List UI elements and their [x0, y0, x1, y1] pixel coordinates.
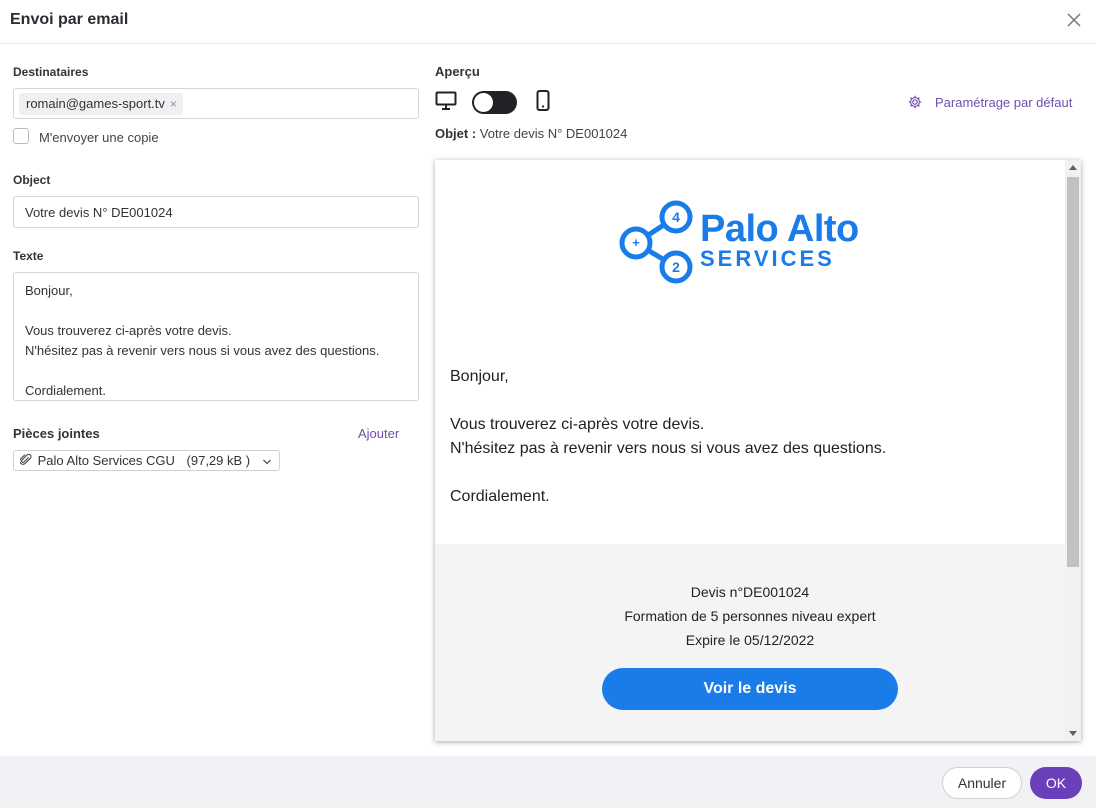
quote-description: Formation de 5 personnes niveau expert	[624, 608, 876, 624]
text-line: Vous trouverez ci-après votre devis.	[25, 323, 232, 338]
email-footer: Devis n°DE001024 Formation de 5 personne…	[435, 544, 1065, 741]
email-body-line: Vous trouverez ci-après votre devis.	[450, 416, 705, 433]
preview-object-line: Objet : Votre devis N° DE001024	[435, 126, 627, 141]
email-body-line: Cordialement.	[450, 488, 550, 505]
text-textarea[interactable]: Bonjour, Vous trouverez ci-après votre d…	[13, 272, 419, 401]
gear-icon[interactable]	[908, 95, 922, 114]
recipient-chip: romain@games-sport.tv ×	[19, 93, 183, 115]
quote-expiry: Expire le 05/12/2022	[685, 632, 815, 648]
close-icon[interactable]	[1064, 10, 1084, 30]
email-body-line: Bonjour,	[450, 368, 509, 385]
dialog-header: Envoi par email	[0, 0, 1096, 44]
recipients-label: Destinataires	[13, 65, 89, 79]
quote-number: Devis n°DE001024	[690, 584, 810, 600]
toggle-knob	[474, 93, 493, 112]
text-line: Cordialement.	[25, 383, 106, 398]
preview-scrollbar[interactable]	[1065, 160, 1081, 741]
preview-mode-toggle[interactable]	[472, 91, 517, 114]
desktop-icon[interactable]	[435, 91, 457, 116]
email-body: Bonjour, Vous trouverez ci-après votre d…	[450, 365, 886, 509]
object-label: Object	[13, 173, 51, 187]
email-preview[interactable]: + 4 2 Palo Alto SERVICES Bonjour, Vous t…	[435, 160, 1081, 741]
default-settings-link[interactable]: Paramétrage par défaut	[935, 95, 1072, 110]
text-label: Texte	[13, 249, 44, 263]
text-line: N'hésitez pas à revenir vers nous si vou…	[25, 343, 380, 358]
copy-checkbox[interactable]	[13, 128, 29, 144]
logo-number-bottom: 2	[672, 259, 680, 275]
text-line	[25, 301, 407, 321]
dialog-footer	[0, 756, 1096, 808]
logo-plus: +	[632, 235, 640, 250]
dialog-title: Envoi par email	[10, 11, 129, 28]
remove-chip-icon[interactable]: ×	[170, 97, 177, 111]
recipients-field[interactable]: romain@games-sport.tv ×	[13, 88, 419, 119]
attachments-label: Pièces jointes	[13, 426, 100, 441]
email-body-line	[450, 389, 886, 413]
preview-label: Aperçu	[435, 64, 480, 79]
ok-button[interactable]: OK	[1030, 767, 1082, 799]
attachment-dropdown[interactable]: Palo Alto Services CGU (97,29 kB )	[13, 450, 280, 471]
preview-object-value: Votre devis N° DE001024	[479, 126, 628, 141]
recipient-chip-label: romain@games-sport.tv	[26, 96, 165, 111]
object-input-value: Votre devis N° DE001024	[25, 205, 173, 220]
email-body-line: N'hésitez pas à revenir vers nous si vou…	[450, 440, 887, 457]
add-attachment-link[interactable]: Ajouter	[358, 426, 399, 441]
email-dialog: Envoi par email Destinataires romain@gam…	[0, 0, 1096, 808]
email-body-line	[450, 461, 886, 485]
logo-line2: SERVICES	[700, 246, 835, 271]
view-quote-button[interactable]: Voir le devis	[602, 668, 898, 710]
scrollbar-thumb[interactable]	[1067, 177, 1079, 567]
text-line	[25, 361, 407, 381]
logo-line1: Palo Alto	[700, 208, 859, 250]
paperclip-icon	[19, 453, 34, 469]
object-input[interactable]: Votre devis N° DE001024	[13, 196, 419, 228]
logo-number-top: 4	[672, 209, 680, 225]
object-prefix: Objet :	[435, 126, 477, 141]
scroll-up-arrow-icon[interactable]	[1069, 165, 1077, 170]
attachment-size: (97,29 kB )	[186, 453, 251, 468]
mobile-icon[interactable]	[536, 90, 550, 117]
cancel-button[interactable]: Annuler	[942, 767, 1022, 799]
attachment-name: Palo Alto Services CGU	[37, 453, 175, 468]
copy-checkbox-label: M'envoyer une copie	[39, 130, 159, 145]
text-line: Bonjour,	[25, 283, 73, 298]
palo-alto-logo: + 4 2 Palo Alto SERVICES	[618, 200, 888, 290]
chevron-down-icon	[262, 455, 272, 470]
scroll-down-arrow-icon[interactable]	[1069, 731, 1077, 736]
